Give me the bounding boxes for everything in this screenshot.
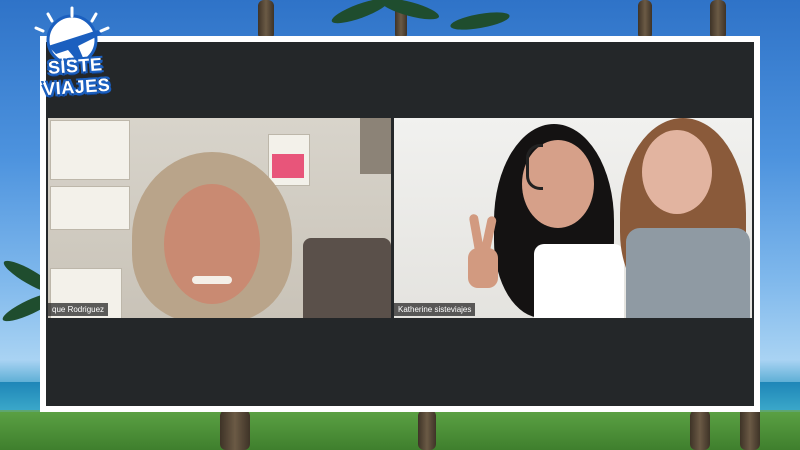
palm-trunk <box>638 0 652 40</box>
palm-frond <box>379 0 441 24</box>
participant-person-3 <box>616 118 750 318</box>
wall-drawing <box>50 186 130 230</box>
participant-video-tile-1[interactable]: que Rodriguez <box>48 118 391 318</box>
wall-drawing <box>50 120 130 180</box>
peace-sign-hand <box>464 213 502 304</box>
logo-text: SISTE VIAJES <box>42 54 111 100</box>
video-call-frame: que Rodriguez Katherine sisteviajes <box>40 36 760 412</box>
palm-trunk <box>258 0 274 40</box>
doorway <box>360 118 391 174</box>
siste-viajes-logo: SISTE VIAJES <box>8 6 138 99</box>
participant-person-1 <box>128 148 308 318</box>
participant-video-tile-2[interactable]: Katherine sisteviajes <box>394 118 752 318</box>
lawn <box>0 412 800 450</box>
video-call-stage: que Rodriguez Katherine sisteviajes <box>46 42 754 406</box>
palm-trunk <box>418 410 436 450</box>
headset-icon <box>526 144 543 190</box>
chair <box>303 238 391 318</box>
participant-name-label: que Rodriguez <box>48 303 109 316</box>
participant-name-label: Katherine sisteviajes <box>394 303 476 316</box>
palm-trunk <box>220 410 250 450</box>
palm-trunk <box>690 410 710 450</box>
palm-frond <box>449 8 511 34</box>
palm-trunk <box>710 0 726 40</box>
participant-person-2 <box>494 124 634 318</box>
